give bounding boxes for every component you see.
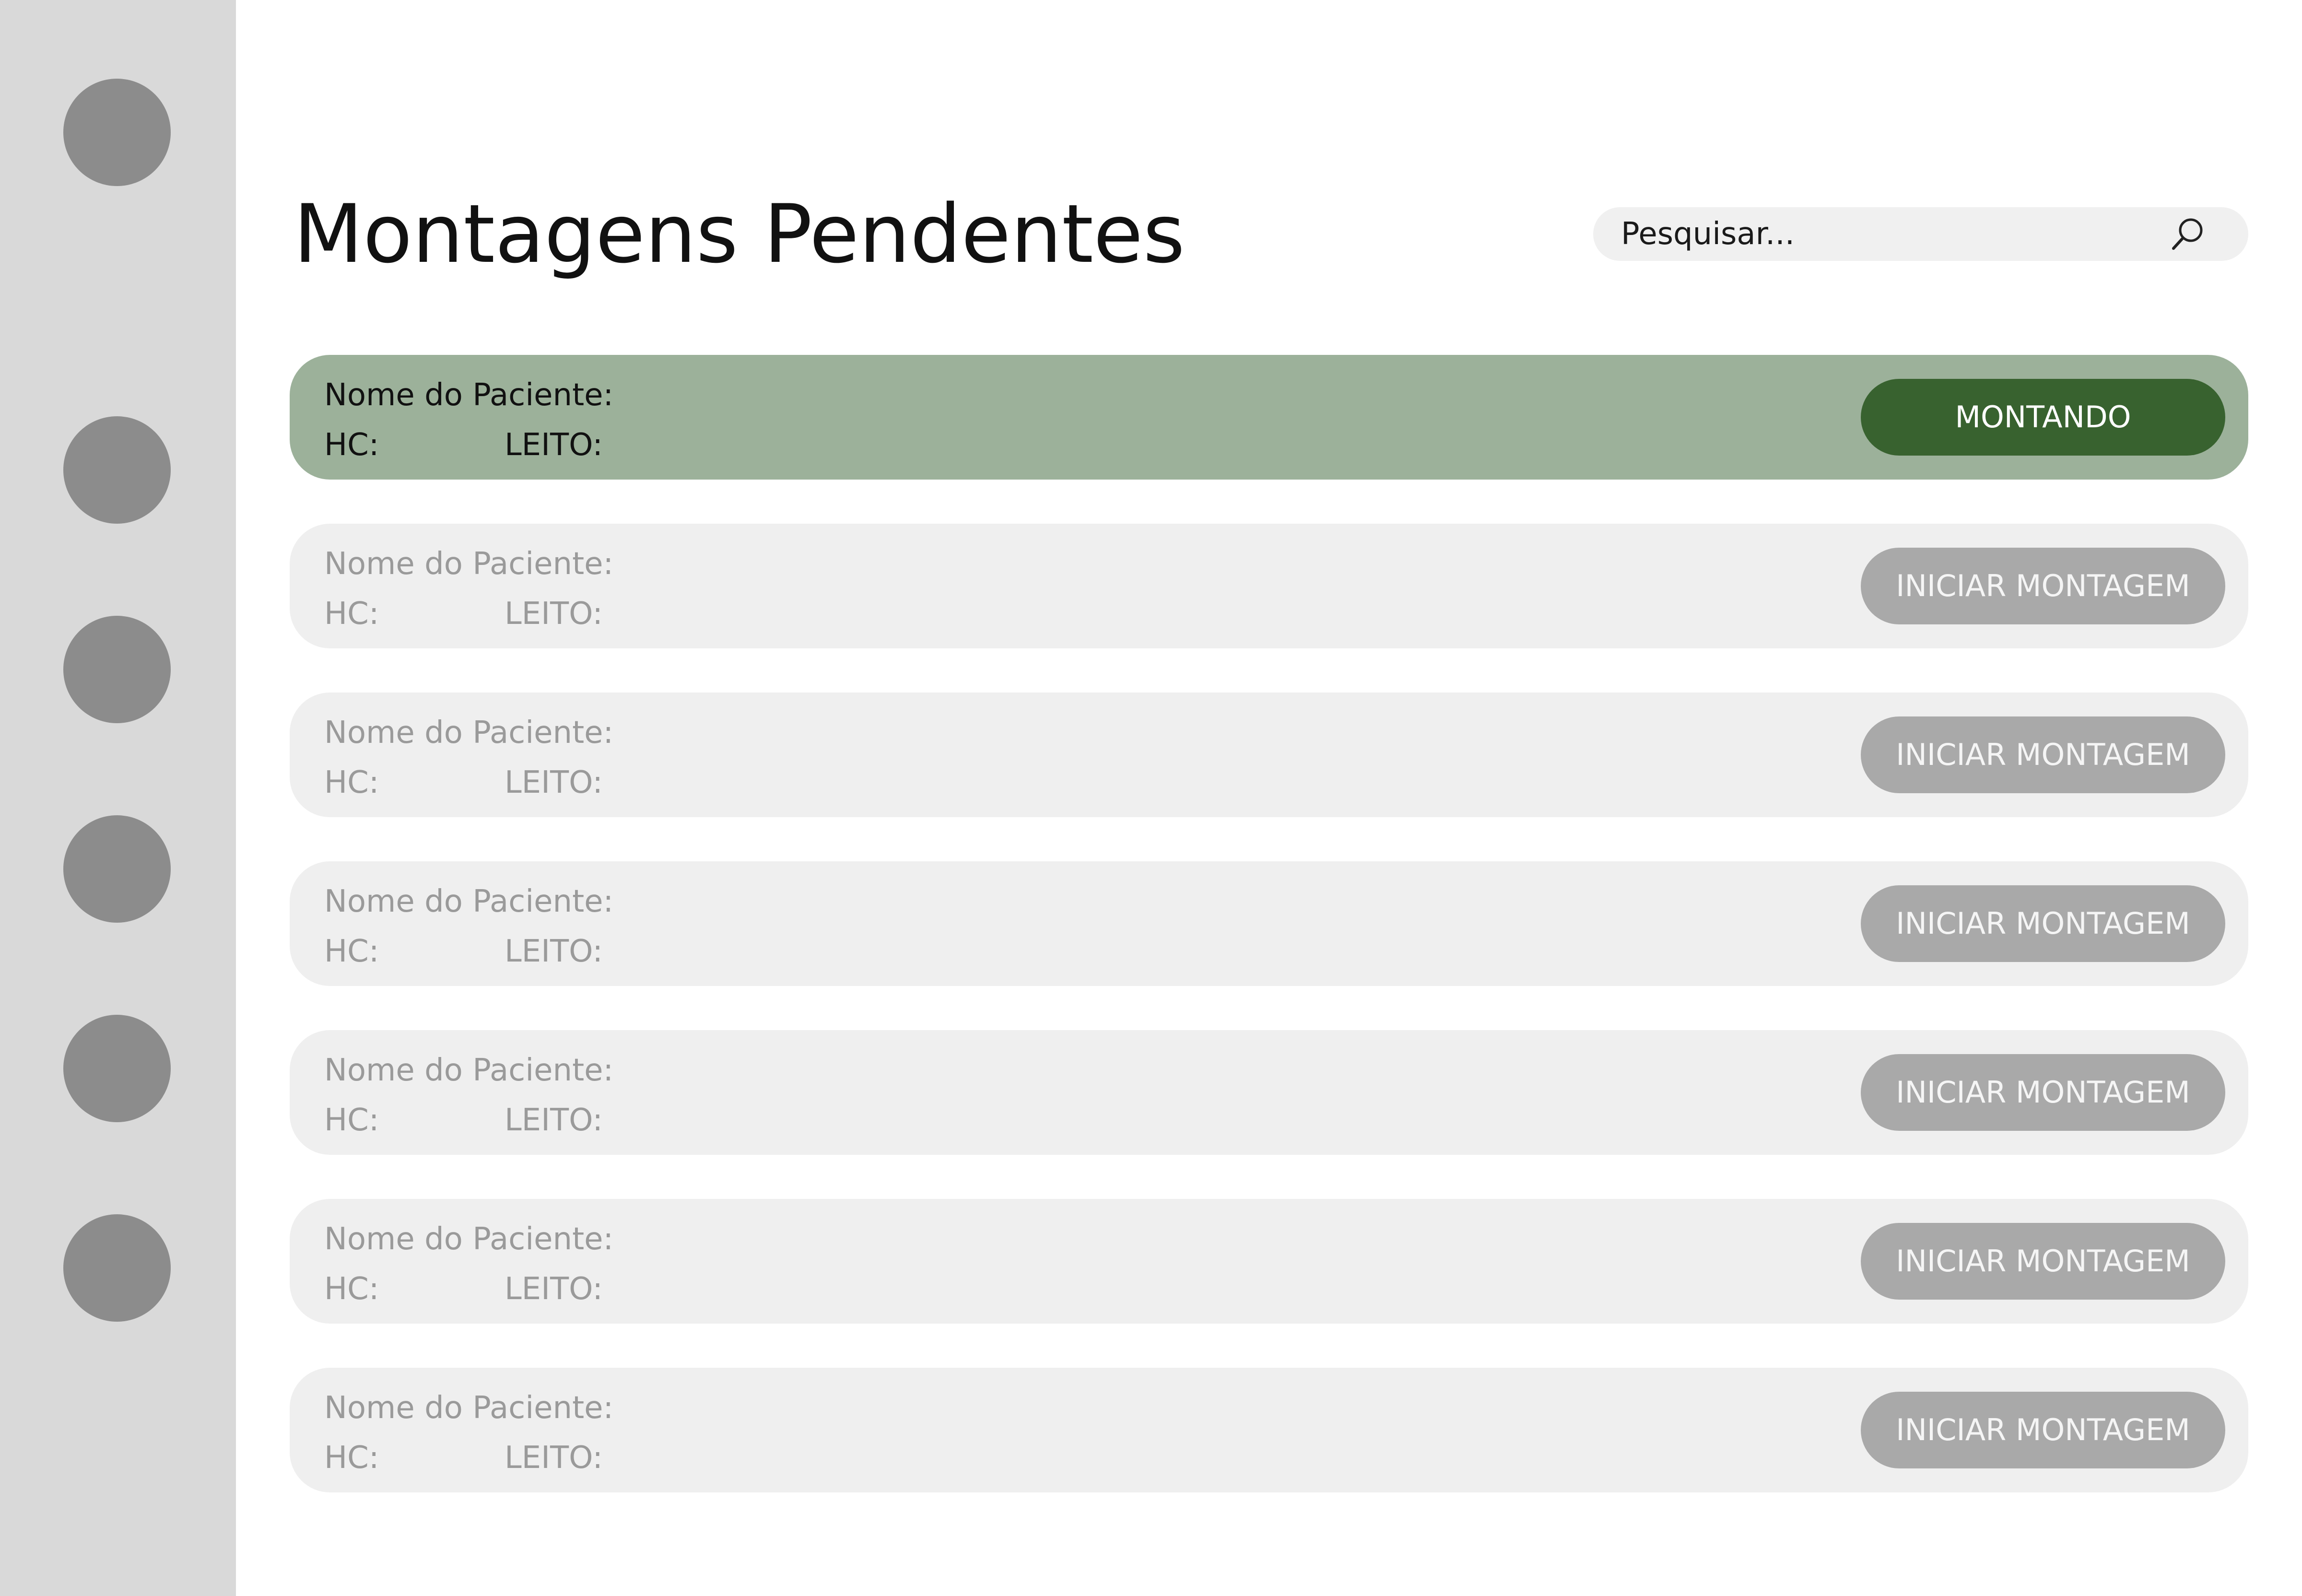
patient-card[interactable]: Nome do Paciente: HC: LEITO: INICIAR MON…: [290, 1199, 2248, 1324]
search-icon[interactable]: [2169, 215, 2207, 253]
patient-card[interactable]: Nome do Paciente: HC: LEITO: MONTANDO: [290, 355, 2248, 480]
patient-hc-label: HC:: [324, 427, 379, 463]
patient-hc-label: HC:: [324, 765, 379, 800]
sidebar-item-profile[interactable]: [63, 79, 171, 186]
patient-name-label: Nome do Paciente:: [324, 377, 614, 413]
patient-name-label: Nome do Paciente:: [324, 1221, 614, 1257]
patient-hc-label: HC:: [324, 1271, 379, 1307]
patient-card[interactable]: Nome do Paciente: HC: LEITO: INICIAR MON…: [290, 861, 2248, 986]
iniciar-montagem-button[interactable]: INICIAR MONTAGEM: [1861, 548, 2225, 624]
sidebar-item-1[interactable]: [63, 416, 171, 524]
patient-name-label: Nome do Paciente:: [324, 884, 614, 919]
iniciar-montagem-button[interactable]: INICIAR MONTAGEM: [1861, 1223, 2225, 1300]
sidebar: [0, 0, 236, 1596]
iniciar-montagem-button[interactable]: INICIAR MONTAGEM: [1861, 1392, 2225, 1468]
patient-leito-label: LEITO:: [505, 1271, 603, 1307]
patient-leito-label: LEITO:: [505, 1103, 603, 1138]
patient-leito-label: LEITO:: [505, 1440, 603, 1476]
search-input[interactable]: [1621, 207, 2149, 261]
patient-hc-label: HC:: [324, 1440, 379, 1476]
patient-name-label: Nome do Paciente:: [324, 715, 614, 751]
sidebar-item-3[interactable]: [63, 815, 171, 923]
sidebar-item-5[interactable]: [63, 1214, 171, 1322]
iniciar-montagem-button[interactable]: INICIAR MONTAGEM: [1861, 716, 2225, 793]
patient-card[interactable]: Nome do Paciente: HC: LEITO: INICIAR MON…: [290, 524, 2248, 648]
patient-hc-label: HC:: [324, 934, 379, 969]
patient-leito-label: LEITO:: [505, 934, 603, 969]
patient-name-label: Nome do Paciente:: [324, 546, 614, 582]
patient-leito-label: LEITO:: [505, 427, 603, 463]
patient-card[interactable]: Nome do Paciente: HC: LEITO: INICIAR MON…: [290, 692, 2248, 817]
iniciar-montagem-button[interactable]: INICIAR MONTAGEM: [1861, 885, 2225, 962]
sidebar-item-4[interactable]: [63, 1015, 171, 1122]
patient-card[interactable]: Nome do Paciente: HC: LEITO: INICIAR MON…: [290, 1030, 2248, 1155]
sidebar-item-2[interactable]: [63, 616, 171, 723]
patient-leito-label: LEITO:: [505, 596, 603, 632]
patient-hc-label: HC:: [324, 596, 379, 632]
patient-card[interactable]: Nome do Paciente: HC: LEITO: INICIAR MON…: [290, 1368, 2248, 1492]
page-title: Montagens Pendentes: [294, 187, 1185, 281]
patient-hc-label: HC:: [324, 1103, 379, 1138]
patient-name-label: Nome do Paciente:: [324, 1053, 614, 1088]
iniciar-montagem-button[interactable]: INICIAR MONTAGEM: [1861, 1054, 2225, 1131]
patient-leito-label: LEITO:: [505, 765, 603, 800]
patient-name-label: Nome do Paciente:: [324, 1390, 614, 1426]
search-bar: [1593, 207, 2248, 261]
montando-button[interactable]: MONTANDO: [1861, 379, 2225, 456]
